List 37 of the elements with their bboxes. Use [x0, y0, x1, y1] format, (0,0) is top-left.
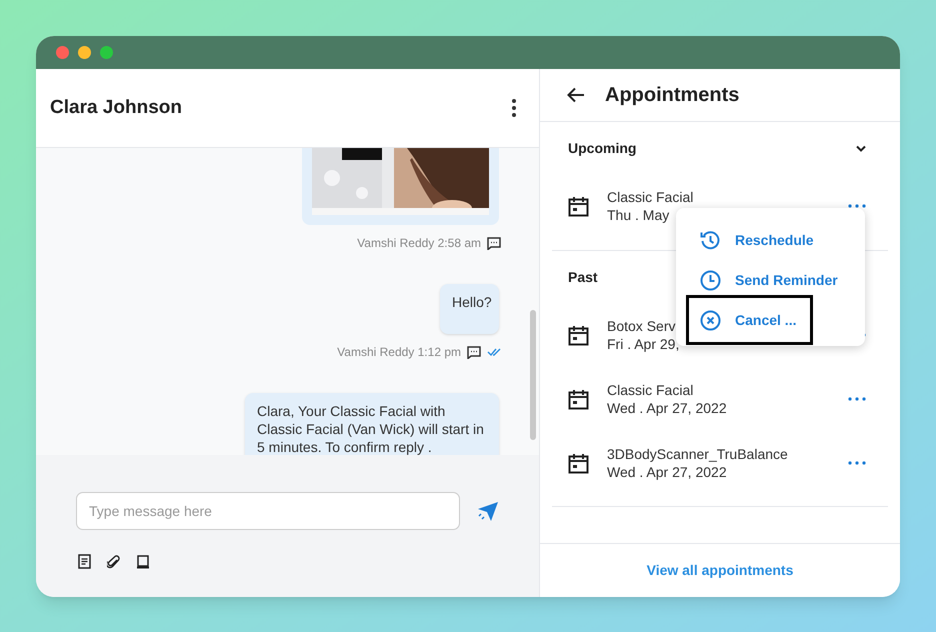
appointment-date: Wed . Apr 27, 2022 [607, 399, 727, 417]
chat-bubble-icon[interactable] [487, 236, 501, 250]
history-icon [700, 230, 721, 250]
panel-title: Appointments [605, 83, 740, 108]
menu-item[interactable]: Reschedule [686, 220, 856, 260]
appointment-name: Botox Serv [607, 317, 676, 335]
calendar-icon [568, 324, 589, 346]
cancel-icon [700, 310, 721, 330]
appointment-date: Thu . May [607, 206, 670, 224]
back-arrow-icon[interactable] [567, 87, 585, 103]
appointment-name: 3DBodyScanner_TruBalance [607, 445, 788, 463]
section-heading: Past [568, 268, 598, 286]
message-input[interactable]: Type message here [76, 492, 460, 530]
calendar-icon [568, 388, 589, 410]
chat-bubble-icon[interactable] [467, 346, 481, 358]
send-icon[interactable] [476, 500, 500, 522]
appointment-date: Fri . Apr 29, [607, 335, 680, 353]
message-meta: Vamshi Reddy 1:12 pm [337, 344, 461, 361]
minimize-window-button[interactable] [78, 46, 91, 59]
contact-name: Clara Johnson [50, 96, 182, 120]
message-bubble: Clara, Your Classic Facial with Classic Facial (Van Wick) will start in 5 minutes. To confirm reply . [245, 393, 499, 455]
chevron-icon[interactable] [856, 144, 866, 152]
appointment-date: Wed . Apr 27, 2022 [607, 463, 727, 481]
message-bubble: Hello? [440, 284, 499, 334]
laptop-icon[interactable] [136, 554, 150, 568]
view-all-link[interactable]: View all appointments [646, 560, 794, 581]
scrollbar-thumb[interactable] [530, 310, 536, 440]
paperclip-icon[interactable] [107, 554, 120, 568]
calendar-icon [568, 196, 589, 216]
appointment-name: Classic Facial [607, 381, 694, 399]
section-heading: Upcoming [568, 138, 636, 158]
message-meta: Vamshi Reddy 2:58 am [357, 235, 481, 252]
appointment-name: Classic Facial [607, 188, 694, 206]
clock-icon [700, 270, 721, 290]
more-options-icon[interactable] [511, 98, 517, 118]
document-icon[interactable] [78, 554, 91, 569]
calendar-icon [568, 452, 589, 474]
